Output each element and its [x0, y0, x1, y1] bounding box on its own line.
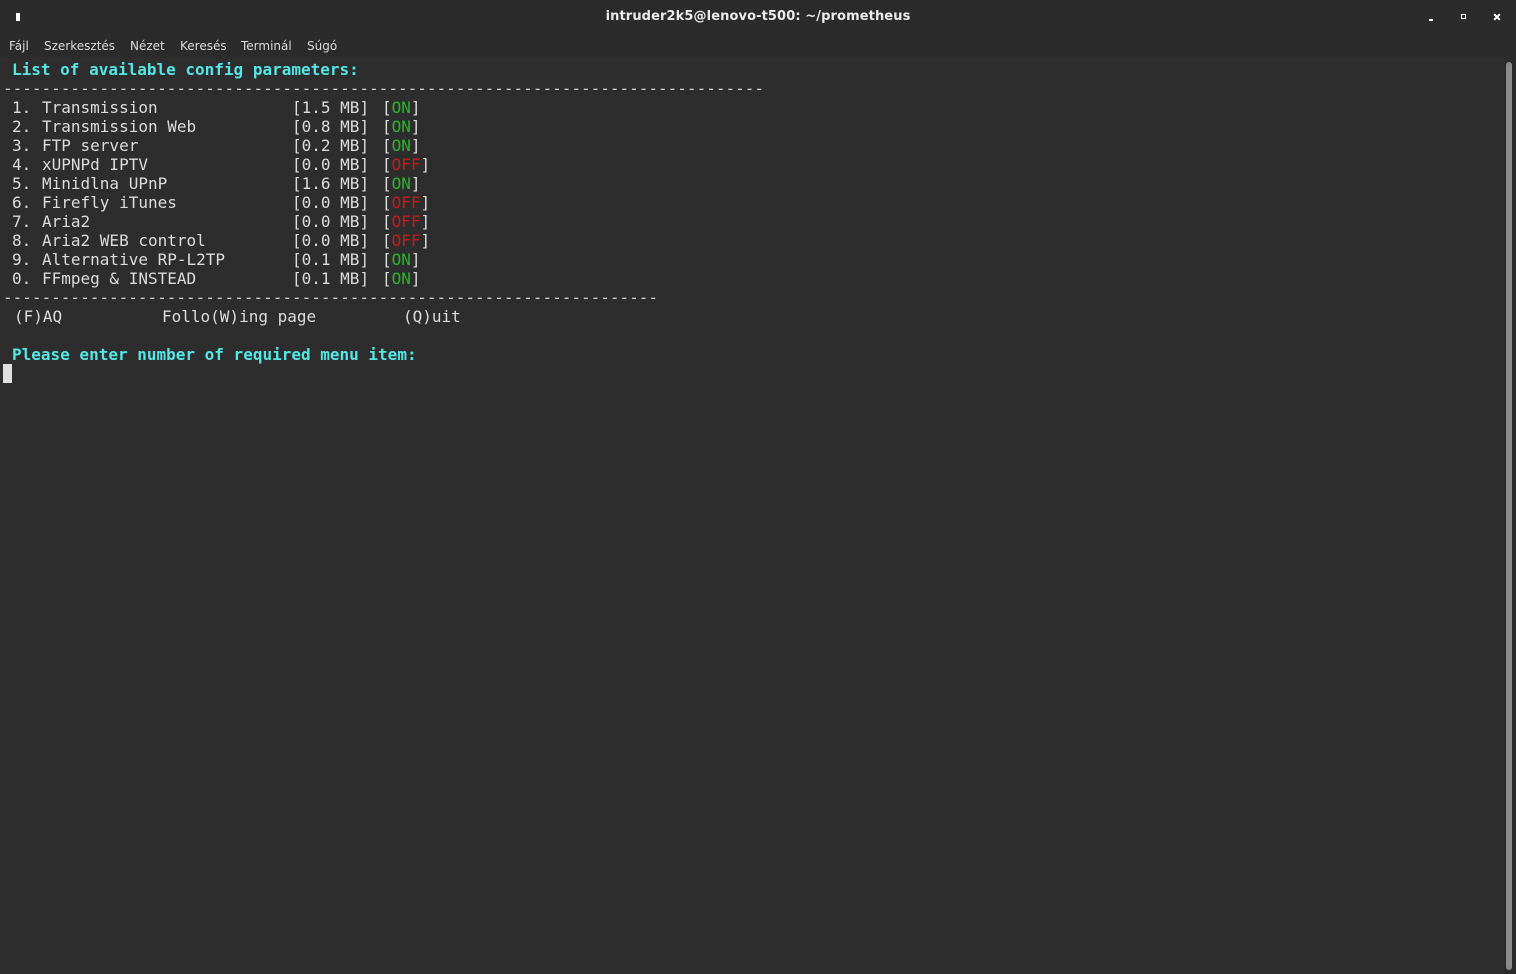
item-status: [ON]	[382, 136, 421, 155]
item-size: [0.1 MB]	[292, 269, 370, 288]
menu-edit[interactable]: Szerkesztés	[44, 39, 115, 53]
config-heading: List of available config parameters:	[12, 60, 359, 79]
terminal-output[interactable]: List of available config parameters: ---…	[0, 58, 1504, 974]
item-number: 8.	[12, 231, 32, 250]
item-name: Transmission	[42, 98, 158, 117]
item-number: 9.	[12, 250, 32, 269]
item-name: Aria2	[42, 212, 91, 231]
item-size-value: 0.0 MB	[301, 231, 360, 250]
scrollbar[interactable]	[1504, 58, 1516, 974]
config-item-row: 3. FTP server [0.2 MB] [ON]	[12, 136, 512, 155]
item-size-value: 0.0 MB	[301, 193, 360, 212]
item-number: 6.	[12, 193, 32, 212]
item-size-value: 1.5 MB	[301, 98, 360, 117]
item-size: [0.0 MB]	[292, 212, 370, 231]
config-item-row: 4. xUPNPd IPTV [0.0 MB] [OFF]	[12, 155, 512, 174]
item-status: [ON]	[382, 269, 421, 288]
item-size-value: 0.1 MB	[301, 269, 360, 288]
item-name: FTP server	[42, 136, 139, 155]
item-number: 0.	[12, 269, 32, 288]
config-item-row: 0. FFmpeg & INSTEAD [0.1 MB] [ON]	[12, 269, 512, 288]
item-number: 1.	[12, 98, 32, 117]
input-prompt: Please enter number of required menu ite…	[12, 345, 417, 364]
config-item-row: 8. Aria2 WEB control [0.0 MB] [OFF]	[12, 231, 512, 250]
item-status: [OFF]	[382, 155, 431, 174]
status-off-badge: OFF	[391, 231, 421, 250]
status-on-badge: ON	[391, 269, 411, 288]
status-on-badge: ON	[391, 136, 411, 155]
maximize-icon[interactable]	[1457, 10, 1471, 24]
item-number: 2.	[12, 117, 32, 136]
config-item-row: 6. Firefly iTunes [0.0 MB] [OFF]	[12, 193, 512, 212]
item-status: [OFF]	[382, 231, 431, 250]
item-status: [ON]	[382, 98, 421, 117]
config-item-row: 5. Minidlna UPnP [1.6 MB] [ON]	[12, 174, 512, 193]
options-line: (F)AQ Follo(W)ing page (Q)uit	[12, 307, 612, 326]
item-size: [0.0 MB]	[292, 193, 370, 212]
item-status: [ON]	[382, 117, 421, 136]
item-name: Minidlna UPnP	[42, 174, 168, 193]
config-item-row: 1. Transmission [1.5 MB] [ON]	[12, 98, 512, 117]
window-title: intruder2k5@lenovo-t500: ~/prometheus	[605, 9, 911, 24]
status-off-badge: OFF	[391, 212, 421, 231]
item-size-value: 0.0 MB	[301, 212, 360, 231]
item-size-value: 0.0 MB	[301, 155, 360, 174]
separator-bottom: ----------------------------------------…	[3, 288, 659, 307]
status-off-badge: OFF	[391, 193, 421, 212]
item-number: 5.	[12, 174, 32, 193]
item-number: 3.	[12, 136, 32, 155]
item-name: Transmission Web	[42, 117, 197, 136]
item-size: [0.8 MB]	[292, 117, 370, 136]
text-cursor	[3, 364, 12, 383]
following-page-option: Follo(W)ing page	[162, 307, 317, 326]
menu-bar: Fájl Szerkesztés Nézet Keresés Terminál …	[0, 34, 1516, 58]
close-icon[interactable]	[1490, 10, 1504, 24]
config-item-row: 9. Alternative RP-L2TP [0.1 MB] [ON]	[12, 250, 512, 269]
item-name: Firefly iTunes	[42, 193, 177, 212]
item-size: [0.2 MB]	[292, 136, 370, 155]
menu-help[interactable]: Súgó	[307, 39, 337, 53]
minimize-icon[interactable]	[1424, 10, 1438, 24]
item-size: [0.0 MB]	[292, 231, 370, 250]
terminal-window: intruder2k5@lenovo-t500: ~/prometheus Fá…	[0, 0, 1516, 974]
status-on-badge: ON	[391, 117, 411, 136]
item-status: [ON]	[382, 174, 421, 193]
menu-search[interactable]: Keresés	[180, 39, 227, 53]
quit-option: (Q)uit	[403, 307, 461, 326]
status-on-badge: ON	[391, 174, 411, 193]
item-size: [1.5 MB]	[292, 98, 370, 117]
menu-file[interactable]: Fájl	[9, 39, 29, 53]
item-size: [0.1 MB]	[292, 250, 370, 269]
config-item-row: 2. Transmission Web [0.8 MB] [ON]	[12, 117, 512, 136]
item-size-value: 1.6 MB	[301, 174, 360, 193]
item-name: xUPNPd IPTV	[42, 155, 148, 174]
item-number: 7.	[12, 212, 32, 231]
status-on-badge: ON	[391, 250, 411, 269]
item-status: [OFF]	[382, 212, 431, 231]
menu-view[interactable]: Nézet	[130, 39, 165, 53]
item-name: FFmpeg & INSTEAD	[42, 269, 197, 288]
status-off-badge: OFF	[391, 155, 421, 174]
item-size-value: 0.1 MB	[301, 250, 360, 269]
item-status: [OFF]	[382, 193, 431, 212]
status-on-badge: ON	[391, 98, 411, 117]
scrollbar-thumb[interactable]	[1506, 62, 1512, 970]
item-number: 4.	[12, 155, 32, 174]
item-name: Alternative RP-L2TP	[42, 250, 226, 269]
item-status: [ON]	[382, 250, 421, 269]
item-size-value: 0.2 MB	[301, 136, 360, 155]
faq-option: (F)AQ	[14, 307, 63, 326]
item-size-value: 0.8 MB	[301, 117, 360, 136]
title-bar[interactable]: intruder2k5@lenovo-t500: ~/prometheus	[0, 0, 1516, 34]
item-size: [1.6 MB]	[292, 174, 370, 193]
item-name: Aria2 WEB control	[42, 231, 206, 250]
config-item-row: 7. Aria2 [0.0 MB] [OFF]	[12, 212, 512, 231]
menu-terminal[interactable]: Terminál	[241, 39, 292, 53]
separator-top: ----------------------------------------…	[3, 79, 764, 98]
item-size: [0.0 MB]	[292, 155, 370, 174]
